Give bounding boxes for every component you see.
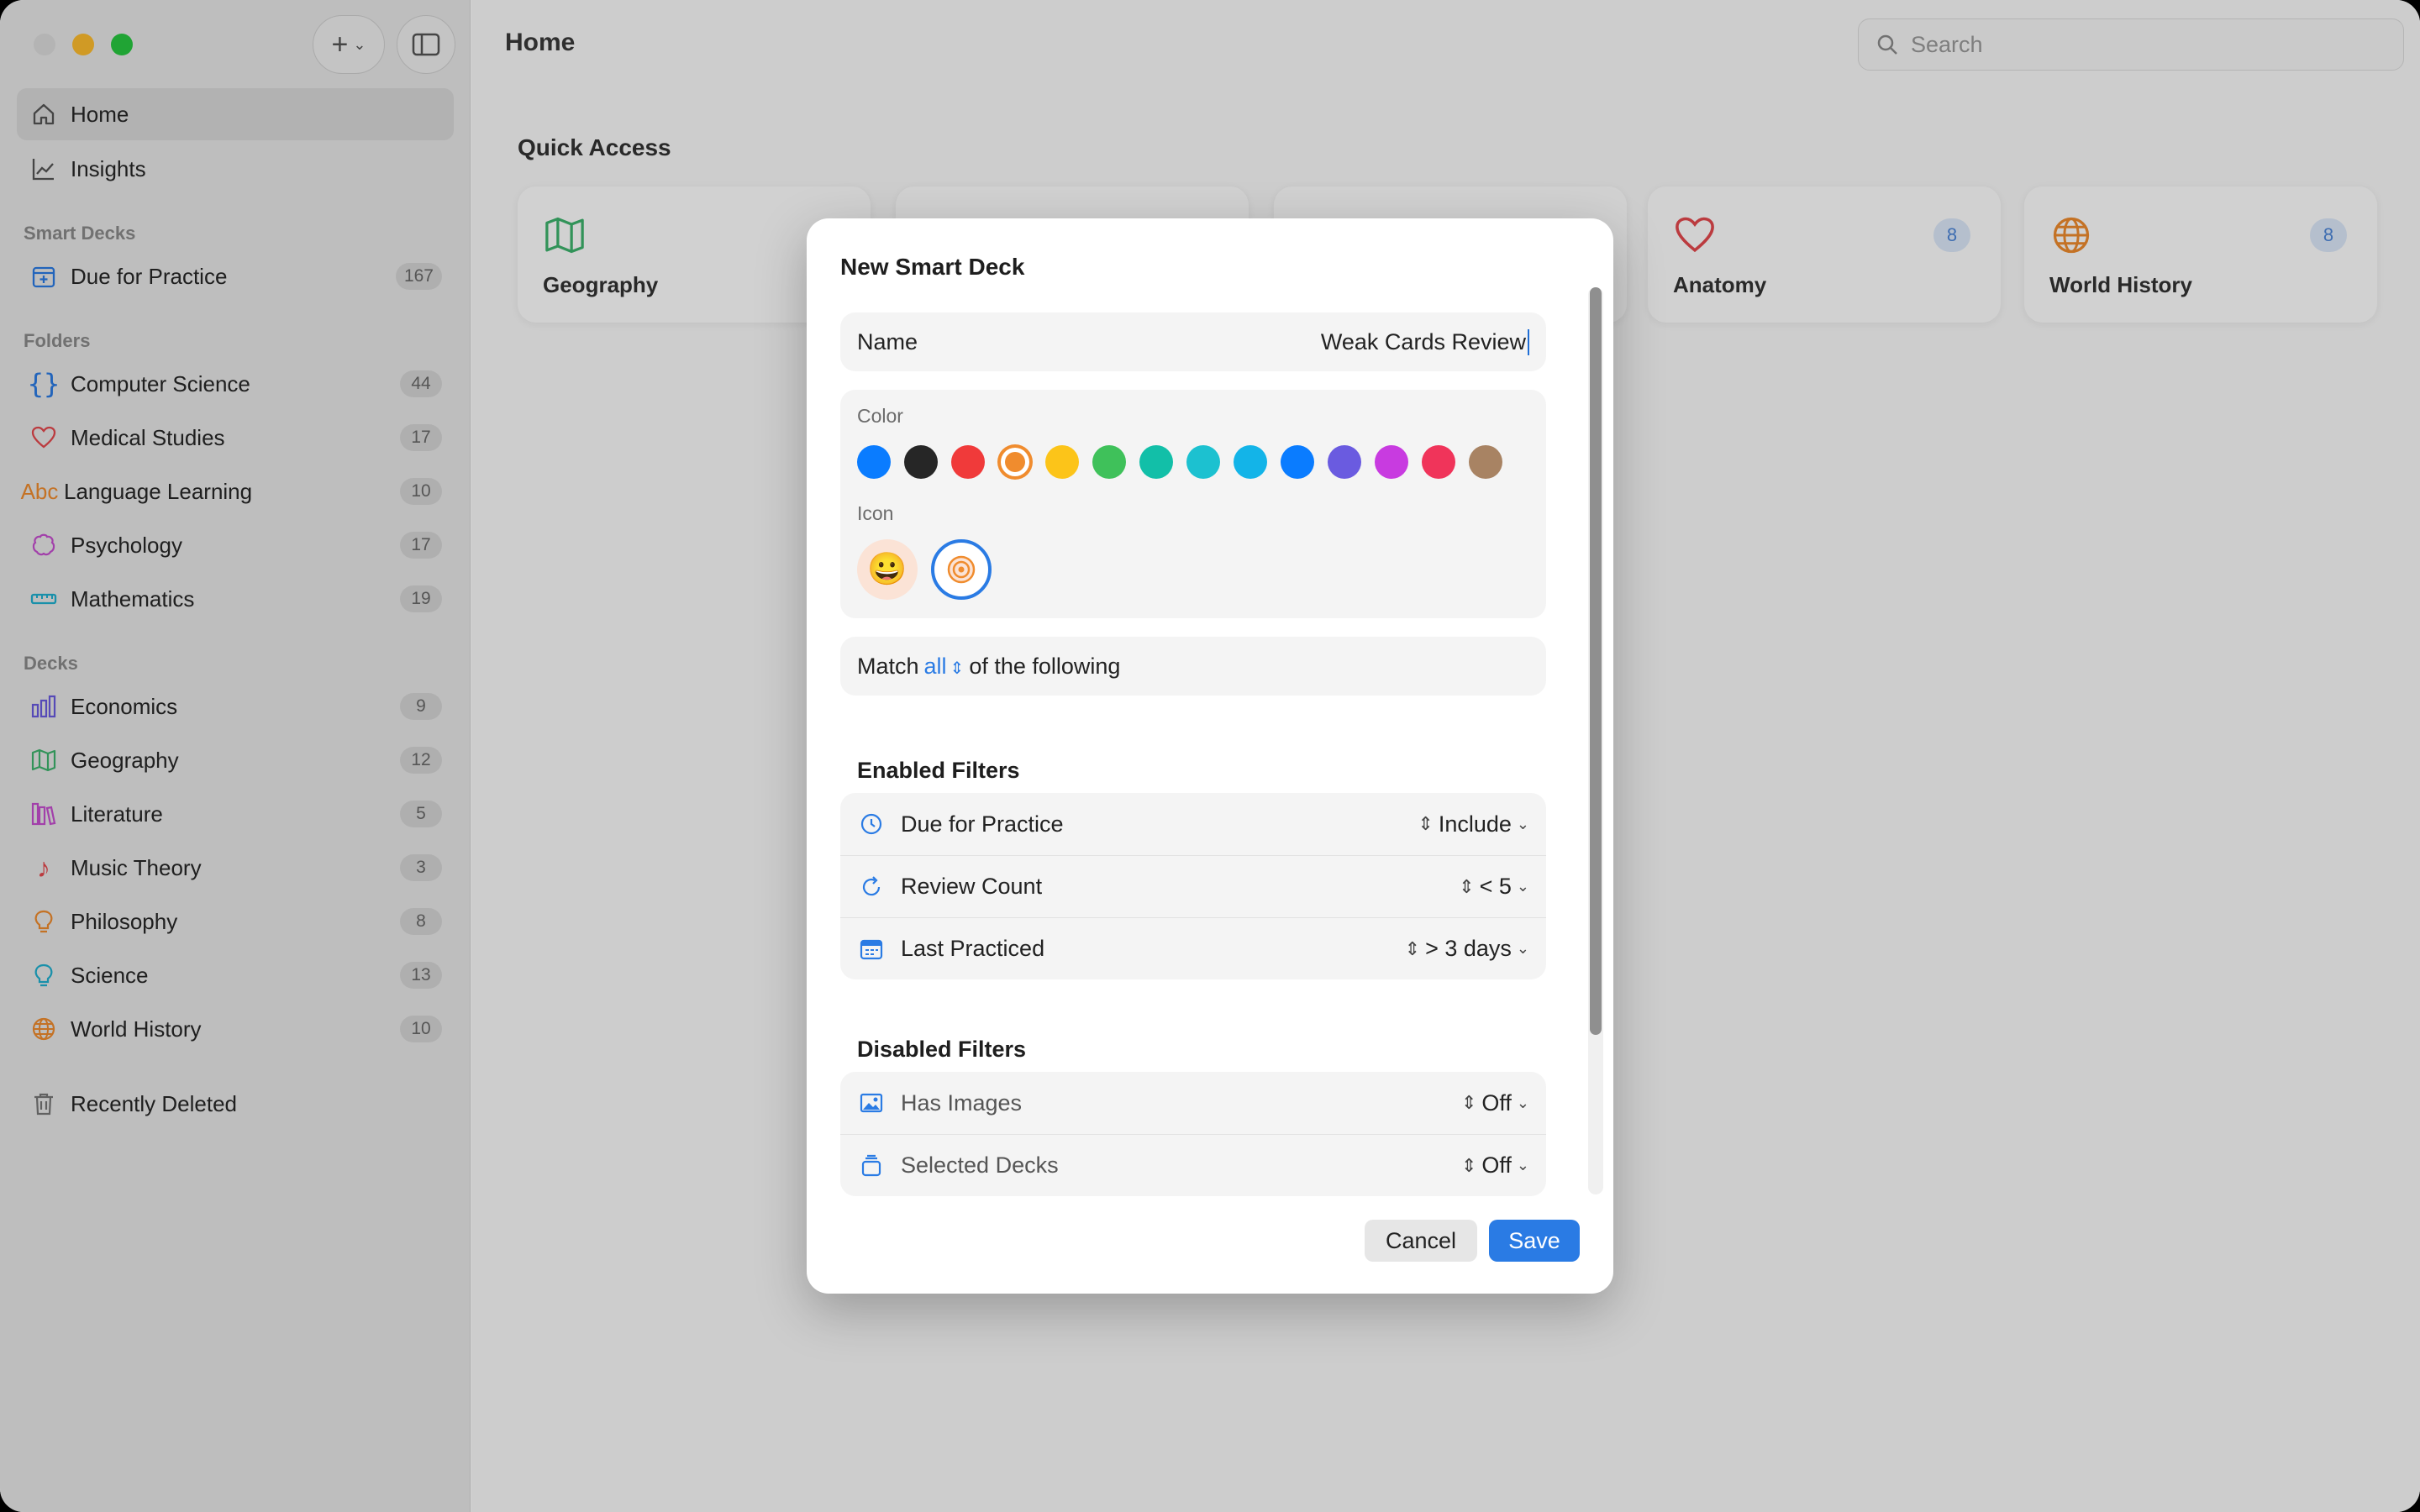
match-suffix: of the following	[969, 653, 1121, 679]
updown-icon: ⇕	[1460, 1154, 1477, 1176]
color-swatch[interactable]	[1375, 445, 1408, 479]
save-button[interactable]: Save	[1489, 1220, 1580, 1262]
filter-value: Include	[1438, 811, 1512, 837]
filter-value-popup[interactable]: ⇕ < 5 ⌄	[1459, 874, 1529, 900]
color-swatch[interactable]	[904, 445, 938, 479]
chevron-down-icon: ⌄	[1516, 878, 1529, 895]
disabled-filters-list: Has Images ⇕ Off ⌄ Selected Decks ⇕ Off ⌄	[840, 1072, 1546, 1196]
dialog-content: Name Weak Cards Review Color Icon 😀 Matc…	[840, 312, 1546, 1203]
filter-value: Off	[1481, 1152, 1512, 1178]
icon-label: Icon	[857, 502, 894, 524]
filter-row-selected-decks[interactable]: Selected Decks ⇕ Off ⌄	[840, 1134, 1546, 1196]
appearance-panel: Color Icon 😀	[840, 390, 1546, 618]
filter-value-popup[interactable]: ⇕ Off ⌄	[1461, 1152, 1529, 1179]
icon-options: 😀	[857, 539, 992, 600]
dialog-scroll-area[interactable]: Name Weak Cards Review Color Icon 😀 Matc…	[807, 312, 1613, 1203]
refresh-icon	[857, 873, 886, 901]
filter-label: Due for Practice	[901, 811, 1064, 837]
target-icon	[947, 555, 976, 584]
color-swatch[interactable]	[1281, 445, 1314, 479]
updown-icon: ⇕	[1459, 875, 1475, 897]
chevron-down-icon: ⌄	[1516, 815, 1529, 832]
updown-icon: ⇕	[1404, 937, 1421, 959]
chevron-down-icon: ⌄	[1516, 1157, 1529, 1173]
updown-icon: ⇕	[1460, 1092, 1477, 1113]
color-swatch[interactable]	[1328, 445, 1361, 479]
color-label: Color	[857, 405, 903, 427]
color-swatches	[857, 445, 1502, 479]
scrollbar-thumb[interactable]	[1590, 287, 1602, 1035]
match-value: all	[923, 653, 947, 679]
color-swatch[interactable]	[1045, 445, 1079, 479]
color-swatch[interactable]	[951, 445, 985, 479]
new-smart-deck-dialog: New Smart Deck Name Weak Cards Review Co…	[807, 218, 1613, 1294]
chevron-down-icon: ⌄	[1516, 940, 1529, 957]
match-prefix: Match	[857, 653, 919, 679]
color-swatch[interactable]	[1422, 445, 1455, 479]
dialog-title: New Smart Deck	[840, 254, 1025, 280]
match-selector[interactable]: all ⇕	[924, 654, 965, 680]
target-icon-option[interactable]	[931, 539, 992, 600]
photo-icon	[857, 1089, 886, 1117]
match-row: Match all ⇕ of the following	[840, 637, 1546, 696]
name-input[interactable]: Weak Cards Review	[1321, 328, 1529, 355]
filter-label: Last Practiced	[901, 936, 1045, 961]
color-swatch[interactable]	[1186, 445, 1220, 479]
filter-value: Off	[1481, 1089, 1512, 1116]
filter-label: Selected Decks	[901, 1152, 1059, 1178]
name-label: Name	[857, 328, 918, 354]
enabled-filters-heading: Enabled Filters	[857, 758, 1020, 783]
emoji-icon-option[interactable]: 😀	[857, 539, 918, 600]
color-swatch[interactable]	[1139, 445, 1173, 479]
cancel-button[interactable]: Cancel	[1365, 1220, 1477, 1262]
updown-icon: ⇕	[1418, 813, 1434, 834]
filter-row-review-count[interactable]: Review Count ⇕ < 5 ⌄	[840, 855, 1546, 917]
chevron-down-icon: ⌄	[1516, 1094, 1529, 1111]
enabled-filters-list: Due for Practice ⇕ Include ⌄ Review Count …	[840, 793, 1546, 979]
color-swatch[interactable]	[857, 445, 891, 479]
filter-value: < 5	[1479, 874, 1512, 899]
filter-label: Has Images	[901, 1089, 1023, 1116]
color-swatch[interactable]	[1234, 445, 1267, 479]
color-swatch[interactable]	[1092, 445, 1126, 479]
filter-label: Review Count	[901, 874, 1043, 899]
color-swatch[interactable]	[1469, 445, 1502, 479]
name-field-row[interactable]: Name Weak Cards Review	[840, 312, 1546, 371]
filter-value-popup[interactable]: ⇕ Include ⌄	[1418, 811, 1529, 837]
clock-history-icon	[857, 810, 886, 838]
filter-value: > 3 days	[1425, 936, 1512, 961]
stack-icon	[857, 1152, 886, 1180]
calendar-icon	[857, 935, 886, 963]
filter-row-due-for-practice[interactable]: Due for Practice ⇕ Include ⌄	[840, 793, 1546, 855]
disabled-filters-heading: Disabled Filters	[857, 1037, 1027, 1062]
updown-icon: ⇕	[950, 659, 965, 678]
dialog-scrollbar[interactable]	[1588, 287, 1603, 1194]
filter-row-last-practiced[interactable]: Last Practiced ⇕ > 3 days ⌄	[840, 917, 1546, 979]
filter-value-popup[interactable]: ⇕ > 3 days ⌄	[1405, 936, 1529, 962]
app-window: + ⌄ Home Insights Smart Decks Due for Pra…	[0, 0, 2420, 1512]
filter-row-has-images[interactable]: Has Images ⇕ Off ⌄	[840, 1072, 1546, 1134]
filter-value-popup[interactable]: ⇕ Off ⌄	[1461, 1090, 1529, 1116]
color-swatch[interactable]	[1001, 448, 1029, 476]
